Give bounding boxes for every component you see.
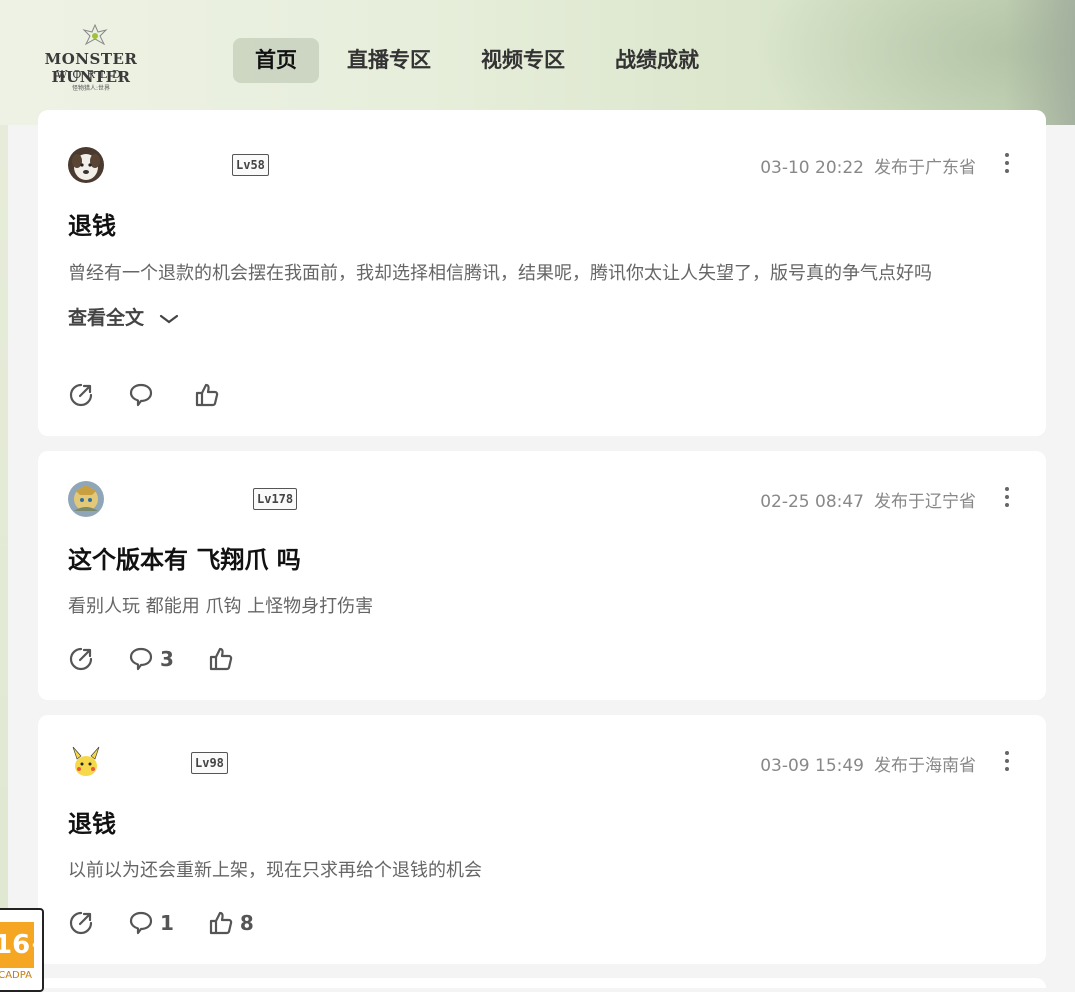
share-icon bbox=[69, 911, 93, 935]
nav-tab-home[interactable]: 首页 bbox=[233, 38, 319, 83]
logo-subtitle: WORLD bbox=[56, 68, 126, 81]
nav-tab-live[interactable]: 直播专区 bbox=[325, 38, 453, 83]
level-badge: Lv178 bbox=[253, 488, 298, 510]
post-location: 发布于广东省 bbox=[874, 158, 976, 178]
share-button[interactable] bbox=[68, 646, 94, 672]
chevron-down-icon bbox=[159, 314, 178, 323]
comment-button[interactable] bbox=[128, 382, 160, 408]
post-body[interactable]: 看别人玩 都能用 爪钩 上怪物身打伤害 bbox=[68, 592, 1013, 618]
more-options-button[interactable] bbox=[1004, 487, 1010, 509]
comment-icon bbox=[129, 647, 153, 671]
post-time: 03-09 15:49 bbox=[760, 756, 864, 776]
header-artwork-edge bbox=[1005, 0, 1075, 125]
expand-full-text-button[interactable]: 查看全文 bbox=[68, 303, 179, 330]
age-rating-number: 16+ bbox=[0, 922, 42, 968]
comment-count: 1 bbox=[160, 911, 174, 935]
expand-label: 查看全文 bbox=[68, 307, 145, 329]
post-meta: 03-10 20:22 发布于广东省 bbox=[760, 153, 976, 178]
more-options-button[interactable] bbox=[1004, 751, 1010, 773]
like-button[interactable] bbox=[194, 382, 226, 408]
level-badge: Lv58 bbox=[232, 154, 269, 176]
avatar[interactable] bbox=[68, 147, 104, 183]
age-rating-badge: 16+ CADPA bbox=[0, 908, 44, 992]
post-body[interactable]: 曾经有一个退款的机会摆在我面前，我却选择相信腾讯，结果呢，腾讯你太让人失望了，版… bbox=[68, 259, 1013, 285]
post-meta: 02-25 08:47 发布于辽宁省 bbox=[760, 487, 976, 512]
more-options-button[interactable] bbox=[1004, 153, 1010, 175]
post-title[interactable]: 这个版本有 飞翔爪 吗 bbox=[68, 540, 301, 575]
comment-button[interactable]: 3 bbox=[128, 646, 174, 672]
like-count: 8 bbox=[239, 911, 254, 935]
age-rating-label: CADPA bbox=[0, 970, 32, 981]
share-button[interactable] bbox=[68, 382, 94, 408]
post-time: 02-25 08:47 bbox=[760, 492, 864, 512]
level-badge: Lv98 bbox=[191, 752, 228, 774]
post-actions: 3 bbox=[68, 646, 274, 672]
post-title[interactable]: 退钱 bbox=[68, 804, 116, 839]
comment-icon bbox=[129, 911, 153, 935]
post-location: 发布于海南省 bbox=[874, 756, 976, 776]
share-icon bbox=[69, 383, 93, 407]
site-header: MONSTER HUNTER WORLD 怪物猎人:世界 首页 直播专区 视频专… bbox=[0, 0, 1075, 125]
thumbs-up-icon bbox=[209, 911, 233, 935]
post-actions bbox=[68, 382, 260, 408]
thumbs-up-icon bbox=[195, 383, 219, 407]
post-time: 03-10 20:22 bbox=[760, 158, 864, 178]
like-button[interactable]: 8 bbox=[208, 910, 254, 936]
like-button[interactable] bbox=[208, 646, 240, 672]
avatar[interactable] bbox=[68, 745, 104, 781]
more-dot-icon bbox=[1005, 487, 1009, 491]
left-background-strip bbox=[0, 125, 8, 982]
more-dot-icon bbox=[1005, 767, 1009, 771]
more-dot-icon bbox=[1005, 161, 1009, 165]
comment-button[interactable]: 1 bbox=[128, 910, 174, 936]
main-nav: 首页 直播专区 视频专区 战绩成就 bbox=[233, 38, 727, 83]
share-button[interactable] bbox=[68, 910, 94, 936]
more-dot-icon bbox=[1005, 751, 1009, 755]
post-title[interactable]: 退钱 bbox=[68, 206, 116, 241]
nav-tab-achievements[interactable]: 战绩成就 bbox=[593, 38, 721, 83]
post-actions: 1 8 bbox=[68, 910, 288, 936]
dog-avatar-icon bbox=[68, 147, 104, 183]
comment-icon bbox=[129, 383, 153, 407]
post-meta: 03-09 15:49 发布于海南省 bbox=[760, 751, 976, 776]
more-dot-icon bbox=[1005, 759, 1009, 763]
post-card[interactable]: Lv178 02-25 08:47 发布于辽宁省 这个版本有 飞翔爪 吗 看别人玩… bbox=[38, 451, 1046, 700]
game-logo[interactable]: MONSTER HUNTER WORLD 怪物猎人:世界 bbox=[6, 24, 176, 98]
post-card[interactable]: Lv98 03-09 15:49 发布于海南省 退钱 以前以为还会重新上架，现在只… bbox=[38, 715, 1046, 964]
more-dot-icon bbox=[1005, 169, 1009, 173]
post-location: 发布于辽宁省 bbox=[874, 492, 976, 512]
more-dot-icon bbox=[1005, 153, 1009, 157]
logo-emblem-icon bbox=[82, 24, 108, 46]
share-icon bbox=[69, 647, 93, 671]
post-body[interactable]: 以前以为还会重新上架，现在只求再给个退钱的机会 bbox=[68, 856, 1013, 882]
nav-tab-video[interactable]: 视频专区 bbox=[459, 38, 587, 83]
post-card[interactable]: Lv58 03-10 20:22 发布于广东省 退钱 曾经有一个退款的机会摆在我面… bbox=[38, 110, 1046, 436]
comment-count: 3 bbox=[160, 647, 174, 671]
thumbs-up-icon bbox=[209, 647, 233, 671]
logo-caption: 怪物猎人:世界 bbox=[71, 85, 111, 92]
more-dot-icon bbox=[1005, 503, 1009, 507]
character-avatar-icon bbox=[68, 481, 104, 517]
next-post-card-edge bbox=[38, 978, 1046, 988]
pikachu-avatar-icon bbox=[68, 745, 104, 781]
more-dot-icon bbox=[1005, 495, 1009, 499]
avatar[interactable] bbox=[68, 481, 104, 517]
